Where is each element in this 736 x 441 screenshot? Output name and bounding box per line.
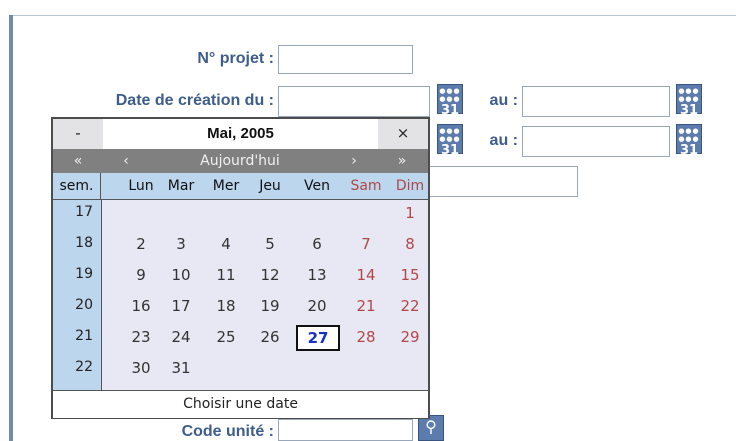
calendar-icon[interactable]: ●●● ●●● 31: [676, 124, 702, 157]
week-number-header: sem.: [53, 173, 101, 199]
week-number: 22: [75, 359, 93, 375]
calendar-day[interactable]: 12: [255, 266, 285, 284]
creation-date-to-input[interactable]: [522, 86, 670, 117]
calendar-day[interactable]: 21: [351, 297, 381, 315]
calendar-day[interactable]: 8: [395, 235, 425, 253]
calendar-day[interactable]: 29: [395, 328, 425, 346]
calendar-icon[interactable]: ●●● ●●● 31: [437, 124, 463, 157]
creation-date-from-input[interactable]: [278, 86, 430, 117]
calendar-day[interactable]: 9: [126, 266, 156, 284]
weekday-header: Lun: [128, 178, 154, 194]
calendar-day[interactable]: 10: [166, 266, 196, 284]
calendar-header: - Mai, 2005 ×: [53, 119, 428, 149]
calendar-footer: Choisir une date: [53, 390, 428, 418]
weekday-header-row: sem. Lun Mar Mer Jeu Ven Sam Dim: [53, 173, 428, 200]
prev-month-button[interactable]: ‹: [111, 149, 141, 173]
frame-left-border: [9, 15, 13, 441]
creation-date-label: Date de création du :: [115, 92, 274, 109]
week-number: 18: [75, 235, 93, 251]
calendar-day[interactable]: 27: [296, 325, 340, 351]
weekday-header: Dim: [395, 178, 425, 194]
calendar-grid: 17 18 19 20 21 22 1 2 3 4 5 6 7 8 9 10 11 12 13 14 15 16 17 18…: [53, 200, 428, 390]
weekday-header: Mar: [167, 178, 195, 194]
weekday-header: Mer: [212, 178, 240, 194]
calendar-minus-button[interactable]: -: [53, 119, 103, 149]
calendar-day[interactable]: 28: [351, 328, 381, 346]
calendar-day[interactable]: 4: [211, 235, 241, 253]
hidden-field-input[interactable]: [420, 166, 578, 197]
calendar-title: Mai, 2005: [207, 125, 274, 142]
calendar-icon[interactable]: ●●● ●●● 31: [676, 84, 702, 117]
week-number: 20: [75, 297, 93, 313]
calendar-day[interactable]: 13: [302, 266, 332, 284]
prev-year-button[interactable]: «: [63, 149, 93, 173]
frame-top-border: [11, 15, 736, 16]
calendar-day[interactable]: 11: [211, 266, 241, 284]
week-number: 21: [75, 328, 93, 344]
calendar-day[interactable]: 5: [255, 235, 285, 253]
unite-label: Code unité :: [181, 423, 274, 440]
calendar-day[interactable]: 26: [255, 328, 285, 346]
second-date-to-input[interactable]: [522, 126, 670, 157]
calendar-day[interactable]: 17: [166, 297, 196, 315]
week-number: 19: [75, 266, 93, 282]
next-month-button[interactable]: ›: [339, 149, 369, 173]
close-icon[interactable]: ×: [378, 119, 428, 149]
projet-input[interactable]: [278, 45, 413, 74]
calendar-day[interactable]: 15: [395, 266, 425, 284]
calendar-day[interactable]: 22: [395, 297, 425, 315]
calendar-day[interactable]: 7: [351, 235, 381, 253]
calendar-icon[interactable]: ●●● ●●● 31: [437, 84, 463, 117]
unite-input[interactable]: [278, 419, 413, 441]
calendar-day[interactable]: 20: [302, 297, 332, 315]
calendar-day[interactable]: 3: [166, 235, 196, 253]
calendar-day[interactable]: 23: [126, 328, 156, 346]
week-number-column: 17 18 19 20 21 22: [53, 200, 102, 390]
calendar-day[interactable]: 25: [211, 328, 241, 346]
weekday-header: Sam: [350, 178, 382, 194]
creation-au-label: au :: [489, 92, 518, 109]
weekday-header: Ven: [304, 178, 330, 194]
next-year-button[interactable]: »: [387, 149, 417, 173]
calendar-day[interactable]: 24: [166, 328, 196, 346]
week-number: 17: [75, 204, 93, 220]
calendar-day[interactable]: 18: [211, 297, 241, 315]
calendar-day[interactable]: 1: [395, 204, 425, 222]
calendar-day[interactable]: 31: [166, 359, 196, 377]
calendar-day[interactable]: 2: [126, 235, 156, 253]
today-button[interactable]: Aujourd'hui: [165, 149, 315, 173]
projet-label: N° projet :: [197, 50, 274, 67]
calendar-popup: - Mai, 2005 × « ‹ Aujourd'hui › » sem. Lu…: [51, 117, 430, 419]
calendar-day[interactable]: 30: [126, 359, 156, 377]
calendar-day[interactable]: 19: [255, 297, 285, 315]
calendar-day[interactable]: 6: [302, 235, 332, 253]
calendar-day[interactable]: 16: [126, 297, 156, 315]
weekday-header: Jeu: [259, 178, 281, 194]
calendar-nav: « ‹ Aujourd'hui › »: [53, 149, 428, 173]
calendar-day[interactable]: 14: [351, 266, 381, 284]
second-au-label: au :: [489, 132, 518, 149]
